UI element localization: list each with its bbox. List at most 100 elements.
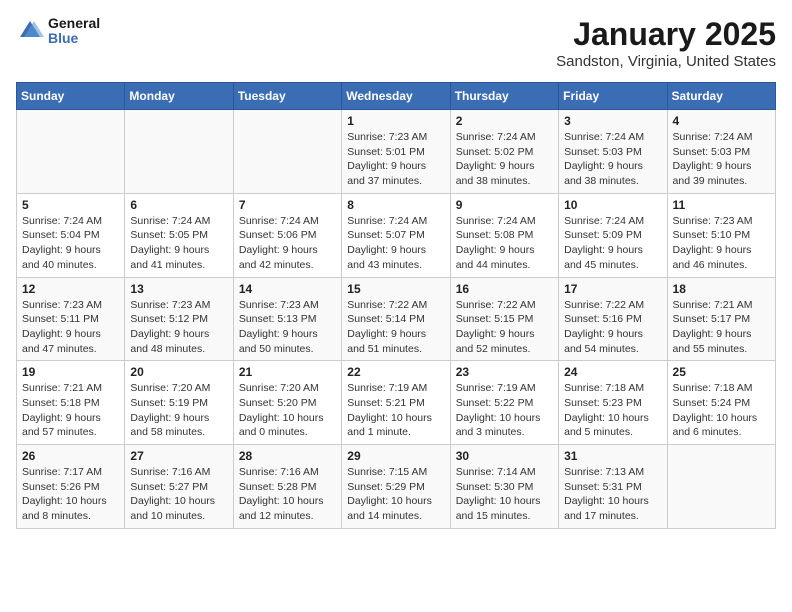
cell-content: Sunrise: 7:20 AM Sunset: 5:20 PM Dayligh… xyxy=(239,381,336,440)
calendar-cell: 16 Sunrise: 7:22 AM Sunset: 5:15 PM Dayli… xyxy=(450,277,558,361)
calendar-cell: 18 Sunrise: 7:21 AM Sunset: 5:17 PM Dayli… xyxy=(667,277,775,361)
cell-content: Sunrise: 7:20 AM Sunset: 5:19 PM Dayligh… xyxy=(130,381,227,440)
calendar-cell: 12Sunrise: 7:23 AM Sunset: 5:11 PM Dayli… xyxy=(17,277,125,361)
calendar-table: SundayMondayTuesdayWednesdayThursdayFrid… xyxy=(16,82,776,529)
week-row-1: 5 Sunrise: 7:24 AM Sunset: 5:04 PM Daylig… xyxy=(17,193,776,277)
day-number: 26 xyxy=(22,449,119,463)
day-number: 8 xyxy=(347,198,444,212)
cell-content: Sunrise: 7:16 AM Sunset: 5:28 PM Dayligh… xyxy=(239,465,336,524)
calendar-cell: 31Sunrise: 7:13 AM Sunset: 5:31 PM Dayli… xyxy=(559,445,667,529)
calendar-cell: 27 Sunrise: 7:16 AM Sunset: 5:27 PM Dayli… xyxy=(125,445,233,529)
day-number: 2 xyxy=(456,114,553,128)
title-block: January 2025 Sandston, Virginia, United … xyxy=(556,16,776,70)
cell-content: Sunrise: 7:19 AM Sunset: 5:22 PM Dayligh… xyxy=(456,381,553,440)
day-number: 18 xyxy=(673,282,770,296)
cell-content: Sunrise: 7:24 AM Sunset: 5:05 PM Dayligh… xyxy=(130,214,227,273)
day-number: 28 xyxy=(239,449,336,463)
week-row-2: 12Sunrise: 7:23 AM Sunset: 5:11 PM Dayli… xyxy=(17,277,776,361)
day-number: 3 xyxy=(564,114,661,128)
calendar-cell: 5 Sunrise: 7:24 AM Sunset: 5:04 PM Daylig… xyxy=(17,193,125,277)
cell-content: Sunrise: 7:23 AM Sunset: 5:13 PM Dayligh… xyxy=(239,298,336,357)
cell-content: Sunrise: 7:23 AM Sunset: 5:01 PM Dayligh… xyxy=(347,130,444,189)
day-number: 19 xyxy=(22,365,119,379)
day-number: 13 xyxy=(130,282,227,296)
calendar-cell: 25 Sunrise: 7:18 AM Sunset: 5:24 PM Dayli… xyxy=(667,361,775,445)
day-number: 16 xyxy=(456,282,553,296)
calendar-body: 1 Sunrise: 7:23 AM Sunset: 5:01 PM Daylig… xyxy=(17,110,776,529)
day-number: 30 xyxy=(456,449,553,463)
day-number: 14 xyxy=(239,282,336,296)
calendar-cell: 17 Sunrise: 7:22 AM Sunset: 5:16 PM Dayli… xyxy=(559,277,667,361)
calendar-cell: 23 Sunrise: 7:19 AM Sunset: 5:22 PM Dayli… xyxy=(450,361,558,445)
cell-content: Sunrise: 7:23 AM Sunset: 5:11 PM Dayligh… xyxy=(22,298,119,357)
day-number: 15 xyxy=(347,282,444,296)
day-number: 21 xyxy=(239,365,336,379)
calendar-cell: 13 Sunrise: 7:23 AM Sunset: 5:12 PM Dayli… xyxy=(125,277,233,361)
day-number: 5 xyxy=(22,198,119,212)
day-number: 29 xyxy=(347,449,444,463)
day-number: 4 xyxy=(673,114,770,128)
logo-text: General Blue xyxy=(48,16,100,47)
cell-content: Sunrise: 7:24 AM Sunset: 5:02 PM Dayligh… xyxy=(456,130,553,189)
calendar-header: SundayMondayTuesdayWednesdayThursdayFrid… xyxy=(17,83,776,110)
day-number: 6 xyxy=(130,198,227,212)
day-number: 31 xyxy=(564,449,661,463)
day-number: 9 xyxy=(456,198,553,212)
logo-blue: Blue xyxy=(48,31,100,46)
location: Sandston, Virginia, United States xyxy=(556,53,776,70)
calendar-cell: 26 Sunrise: 7:17 AM Sunset: 5:26 PM Dayli… xyxy=(17,445,125,529)
cell-content: Sunrise: 7:22 AM Sunset: 5:16 PM Dayligh… xyxy=(564,298,661,357)
calendar-cell xyxy=(233,110,341,194)
calendar-cell: 24Sunrise: 7:18 AM Sunset: 5:23 PM Dayli… xyxy=(559,361,667,445)
day-number: 11 xyxy=(673,198,770,212)
header-monday: Monday xyxy=(125,83,233,110)
calendar-cell xyxy=(667,445,775,529)
day-number: 17 xyxy=(564,282,661,296)
calendar-cell: 14 Sunrise: 7:23 AM Sunset: 5:13 PM Dayli… xyxy=(233,277,341,361)
day-number: 25 xyxy=(673,365,770,379)
header-wednesday: Wednesday xyxy=(342,83,450,110)
cell-content: Sunrise: 7:23 AM Sunset: 5:10 PM Dayligh… xyxy=(673,214,770,273)
calendar-cell: 22Sunrise: 7:19 AM Sunset: 5:21 PM Dayli… xyxy=(342,361,450,445)
calendar-cell: 6 Sunrise: 7:24 AM Sunset: 5:05 PM Daylig… xyxy=(125,193,233,277)
calendar-cell: 8 Sunrise: 7:24 AM Sunset: 5:07 PM Daylig… xyxy=(342,193,450,277)
logo: General Blue xyxy=(16,16,100,47)
calendar-cell: 19Sunrise: 7:21 AM Sunset: 5:18 PM Dayli… xyxy=(17,361,125,445)
day-number: 20 xyxy=(130,365,227,379)
week-row-0: 1 Sunrise: 7:23 AM Sunset: 5:01 PM Daylig… xyxy=(17,110,776,194)
header-sunday: Sunday xyxy=(17,83,125,110)
calendar-cell: 21 Sunrise: 7:20 AM Sunset: 5:20 PM Dayli… xyxy=(233,361,341,445)
week-row-3: 19Sunrise: 7:21 AM Sunset: 5:18 PM Dayli… xyxy=(17,361,776,445)
day-number: 24 xyxy=(564,365,661,379)
cell-content: Sunrise: 7:17 AM Sunset: 5:26 PM Dayligh… xyxy=(22,465,119,524)
calendar-cell: 9 Sunrise: 7:24 AM Sunset: 5:08 PM Daylig… xyxy=(450,193,558,277)
calendar-cell: 2 Sunrise: 7:24 AM Sunset: 5:02 PM Daylig… xyxy=(450,110,558,194)
calendar-cell: 15 Sunrise: 7:22 AM Sunset: 5:14 PM Dayli… xyxy=(342,277,450,361)
day-number: 1 xyxy=(347,114,444,128)
calendar-cell: 11 Sunrise: 7:23 AM Sunset: 5:10 PM Dayli… xyxy=(667,193,775,277)
cell-content: Sunrise: 7:22 AM Sunset: 5:15 PM Dayligh… xyxy=(456,298,553,357)
cell-content: Sunrise: 7:24 AM Sunset: 5:07 PM Dayligh… xyxy=(347,214,444,273)
header-thursday: Thursday xyxy=(450,83,558,110)
calendar-cell: 4Sunrise: 7:24 AM Sunset: 5:03 PM Daylig… xyxy=(667,110,775,194)
day-number: 7 xyxy=(239,198,336,212)
cell-content: Sunrise: 7:18 AM Sunset: 5:24 PM Dayligh… xyxy=(673,381,770,440)
cell-content: Sunrise: 7:22 AM Sunset: 5:14 PM Dayligh… xyxy=(347,298,444,357)
calendar-cell: 1 Sunrise: 7:23 AM Sunset: 5:01 PM Daylig… xyxy=(342,110,450,194)
day-number: 23 xyxy=(456,365,553,379)
logo-icon xyxy=(16,17,44,45)
day-number: 27 xyxy=(130,449,227,463)
cell-content: Sunrise: 7:16 AM Sunset: 5:27 PM Dayligh… xyxy=(130,465,227,524)
cell-content: Sunrise: 7:23 AM Sunset: 5:12 PM Dayligh… xyxy=(130,298,227,357)
cell-content: Sunrise: 7:14 AM Sunset: 5:30 PM Dayligh… xyxy=(456,465,553,524)
cell-content: Sunrise: 7:21 AM Sunset: 5:17 PM Dayligh… xyxy=(673,298,770,357)
cell-content: Sunrise: 7:24 AM Sunset: 5:03 PM Dayligh… xyxy=(564,130,661,189)
header-row: SundayMondayTuesdayWednesdayThursdayFrid… xyxy=(17,83,776,110)
cell-content: Sunrise: 7:15 AM Sunset: 5:29 PM Dayligh… xyxy=(347,465,444,524)
day-number: 10 xyxy=(564,198,661,212)
calendar-cell xyxy=(125,110,233,194)
page-header: General Blue January 2025 Sandston, Virg… xyxy=(16,16,776,70)
cell-content: Sunrise: 7:24 AM Sunset: 5:04 PM Dayligh… xyxy=(22,214,119,273)
cell-content: Sunrise: 7:24 AM Sunset: 5:08 PM Dayligh… xyxy=(456,214,553,273)
month-title: January 2025 xyxy=(556,16,776,53)
